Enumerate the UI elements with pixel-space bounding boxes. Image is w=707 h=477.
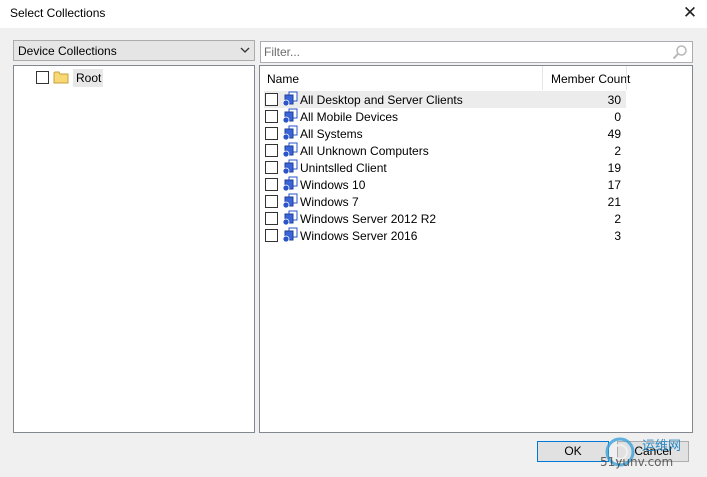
watermark-url: 51yunv.com: [600, 455, 673, 469]
row-member-count: 30: [607, 93, 621, 107]
list-row[interactable]: Unintslled Client 19: [264, 159, 626, 176]
folder-icon: [53, 71, 69, 84]
close-icon[interactable]: ✕: [679, 3, 701, 23]
list-row[interactable]: Windows 7 21: [264, 193, 626, 210]
collection-icon: [282, 193, 298, 209]
collection-icon: [282, 227, 298, 243]
title-bar: Select Collections ✕: [0, 0, 707, 28]
row-name: All Systems: [300, 127, 363, 141]
collection-icon: [282, 142, 298, 158]
row-member-count: 3: [614, 229, 621, 243]
row-name: All Mobile Devices: [300, 110, 399, 124]
collection-icon: [282, 108, 298, 124]
collection-type-dropdown[interactable]: Device Collections: [13, 40, 255, 61]
row-name: Unintslled Client: [300, 161, 387, 175]
list-row[interactable]: All Unknown Computers 2: [264, 142, 626, 159]
row-checkbox[interactable]: [265, 195, 278, 208]
filter-box[interactable]: [260, 41, 693, 63]
row-name: Windows Server 2012 R2: [300, 212, 437, 226]
row-name: All Desktop and Server Clients: [300, 93, 463, 107]
tree-node-label[interactable]: Root: [73, 69, 103, 87]
row-member-count: 49: [607, 127, 621, 141]
row-checkbox[interactable]: [265, 144, 278, 157]
row-checkbox[interactable]: [265, 127, 278, 140]
row-member-count: 21: [607, 195, 621, 209]
collection-icon: [282, 91, 298, 107]
list-row[interactable]: All Systems 49: [264, 125, 626, 142]
watermark-title: 运维网: [642, 439, 681, 454]
collection-tree: Root: [13, 65, 255, 433]
row-member-count: 19: [607, 161, 621, 175]
row-member-count: 2: [614, 212, 621, 226]
column-header-name[interactable]: Name: [267, 72, 299, 86]
collection-icon: [282, 159, 298, 175]
column-divider[interactable]: [542, 66, 543, 90]
chevron-down-icon: [240, 47, 250, 53]
filter-input[interactable]: [264, 44, 664, 60]
row-checkbox[interactable]: [265, 212, 278, 225]
list-row[interactable]: All Desktop and Server Clients 30: [264, 91, 626, 108]
list-row[interactable]: Windows Server 2016 3: [264, 227, 626, 244]
collection-icon: [282, 176, 298, 192]
collection-icon: [282, 125, 298, 141]
row-checkbox[interactable]: [265, 178, 278, 191]
row-checkbox[interactable]: [265, 93, 278, 106]
window-title: Select Collections: [10, 6, 106, 20]
list-row[interactable]: All Mobile Devices 0: [264, 108, 626, 125]
row-name: Windows 7: [300, 195, 359, 209]
list-row[interactable]: Windows 10 17: [264, 176, 626, 193]
search-icon[interactable]: [672, 44, 688, 60]
row-checkbox[interactable]: [265, 161, 278, 174]
watermark-logo: 运维网 51yunv.com: [600, 437, 681, 469]
list-header: Name Member Count: [260, 66, 692, 90]
row-name: Windows 10: [300, 178, 366, 192]
column-header-member-count[interactable]: Member Count: [551, 72, 630, 86]
list-row[interactable]: Windows Server 2012 R2 2: [264, 210, 626, 227]
row-name: Windows Server 2016: [300, 229, 418, 243]
row-name: All Unknown Computers: [300, 144, 429, 158]
collection-list: Name Member Count All Desktop and Server…: [259, 65, 693, 433]
collection-icon: [282, 210, 298, 226]
row-checkbox[interactable]: [265, 110, 278, 123]
row-member-count: 0: [614, 110, 621, 124]
column-divider[interactable]: [626, 66, 627, 90]
row-member-count: 2: [614, 144, 621, 158]
row-member-count: 17: [607, 178, 621, 192]
row-checkbox[interactable]: [265, 229, 278, 242]
collection-type-value: Device Collections: [18, 44, 117, 58]
tree-node-checkbox[interactable]: [36, 71, 49, 84]
